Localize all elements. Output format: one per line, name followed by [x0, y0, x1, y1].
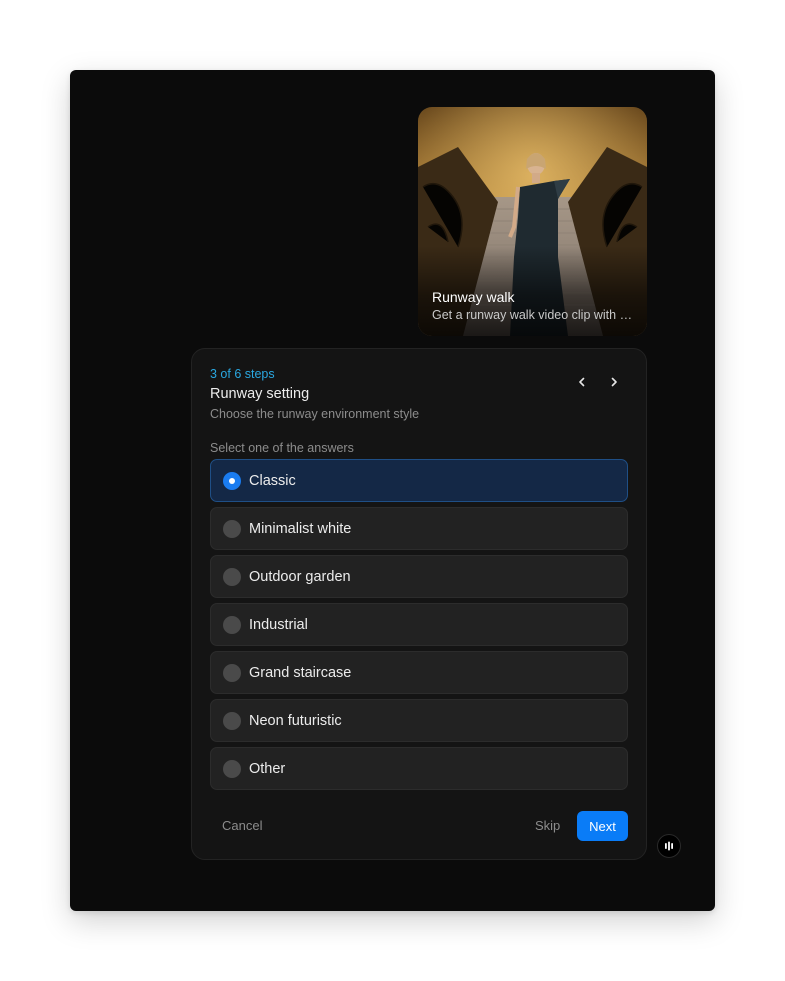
- preview-title: Runway walk: [432, 289, 515, 305]
- radio-icon: [223, 616, 241, 634]
- radio-selected-icon: [223, 472, 241, 490]
- option-label: Outdoor garden: [249, 569, 351, 585]
- skip-button[interactable]: Skip: [535, 818, 560, 833]
- question-panel: 3 of 6 steps Runway setting Choose the r…: [191, 348, 647, 860]
- answer-hint: Select one of the answers: [210, 441, 354, 455]
- next-button[interactable]: Next: [577, 811, 628, 841]
- option-classic[interactable]: Classic: [210, 459, 628, 502]
- chevron-left-icon: [579, 377, 585, 387]
- preview-description: Get a runway walk video clip with your o…: [432, 308, 636, 322]
- radio-icon: [223, 664, 241, 682]
- option-grand-staircase[interactable]: Grand staircase: [210, 651, 628, 694]
- previous-step-button[interactable]: [571, 371, 593, 393]
- option-industrial[interactable]: Industrial: [210, 603, 628, 646]
- option-label: Classic: [249, 473, 296, 489]
- cancel-button[interactable]: Cancel: [222, 818, 262, 833]
- option-outdoor-garden[interactable]: Outdoor garden: [210, 555, 628, 598]
- audio-bars-icon: [665, 841, 673, 851]
- answer-options: Classic Minimalist white Outdoor garden …: [210, 459, 628, 795]
- option-other[interactable]: Other: [210, 747, 628, 790]
- option-minimalist-white[interactable]: Minimalist white: [210, 507, 628, 550]
- step-indicator: 3 of 6 steps: [210, 367, 275, 381]
- chevron-right-icon: [611, 377, 617, 387]
- question-subtitle: Choose the runway environment style: [210, 407, 420, 421]
- radio-icon: [223, 712, 241, 730]
- option-label: Neon futuristic: [249, 713, 342, 729]
- next-step-button[interactable]: [603, 371, 625, 393]
- radio-icon: [223, 520, 241, 538]
- option-label: Industrial: [249, 617, 308, 633]
- app-window: Runway walk Get a runway walk video clip…: [70, 70, 715, 911]
- option-neon-futuristic[interactable]: Neon futuristic: [210, 699, 628, 742]
- preview-card[interactable]: Runway walk Get a runway walk video clip…: [418, 107, 647, 336]
- option-label: Minimalist white: [249, 521, 352, 537]
- question-title: Runway setting: [210, 386, 310, 402]
- option-label: Other: [249, 761, 286, 777]
- option-label: Grand staircase: [249, 665, 352, 681]
- radio-icon: [223, 568, 241, 586]
- radio-icon: [223, 760, 241, 778]
- assistant-button[interactable]: [657, 834, 681, 858]
